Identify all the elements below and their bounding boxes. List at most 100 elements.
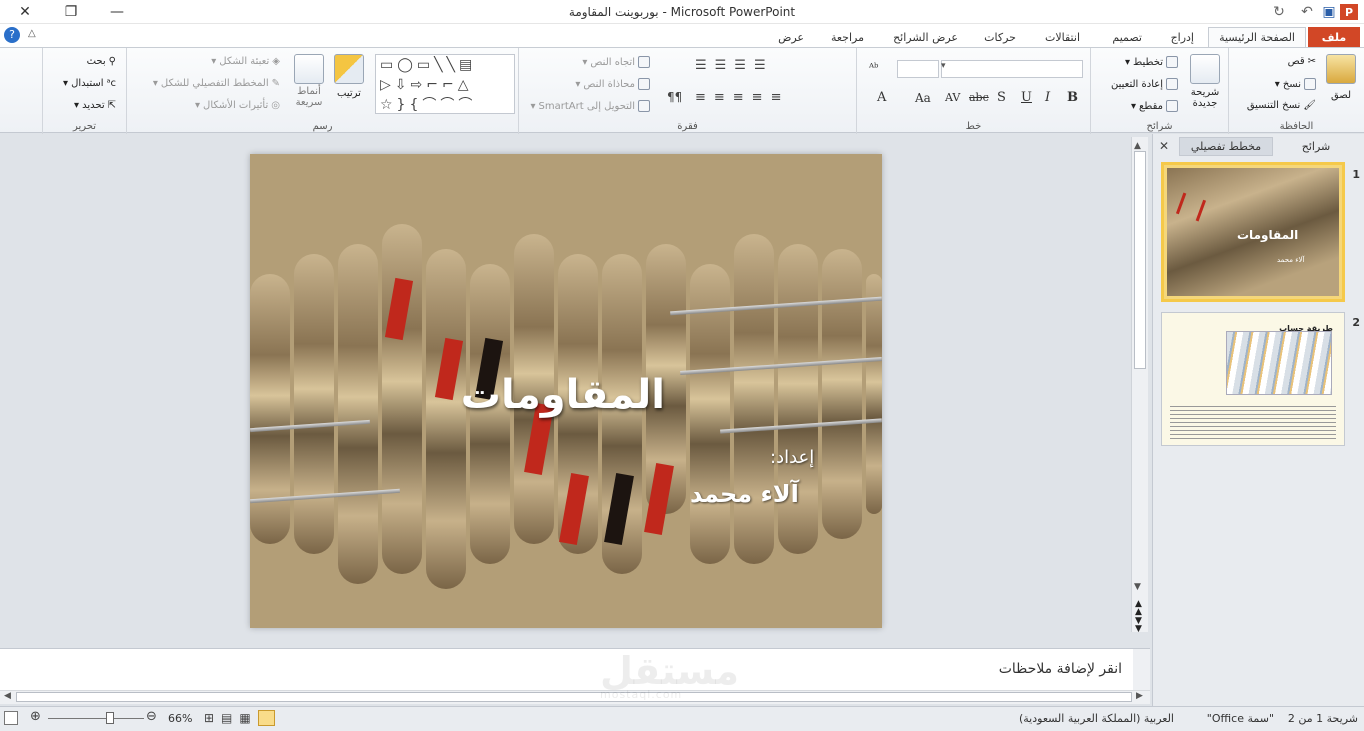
tab-view[interactable]: عرض: [768, 27, 814, 48]
redo-icon[interactable]: ↻: [1268, 3, 1290, 21]
reset-button[interactable]: إعادة التعيين: [1111, 78, 1178, 90]
scroll-left-icon[interactable]: ◀: [4, 691, 11, 701]
slide-author[interactable]: آلاء محمد: [690, 480, 799, 508]
scroll-thumb[interactable]: [1134, 151, 1146, 369]
scroll-right-icon[interactable]: ▶: [1136, 691, 1143, 701]
group-label-drawing: رسم: [312, 121, 333, 132]
shape-fill-button[interactable]: ◈ تعبئة الشكل ▾: [211, 56, 280, 67]
section-button[interactable]: مقطع ▾: [1131, 100, 1178, 112]
next-slide-icon[interactable]: ▼ ▼: [1135, 617, 1142, 634]
reset-icon: [1166, 78, 1178, 90]
cut-button[interactable]: ✂ قص: [1288, 56, 1316, 67]
underline-button[interactable]: U: [1021, 90, 1032, 105]
tab-transitions[interactable]: انتقالات: [1035, 27, 1090, 48]
slide-thumbnail-2[interactable]: طريقة حساب المقاومة بالألوان: [1161, 312, 1345, 446]
help-icon[interactable]: ?: [4, 27, 20, 43]
shape-outline-button[interactable]: ✎ المخطط التفصيلي للشكل ▾: [153, 78, 280, 89]
paste-label: لصق: [1330, 90, 1352, 101]
italic-button[interactable]: I: [1045, 90, 1050, 105]
group-paragraph: اتجاه النص ▾ محاذاة النص ▾ التحويل إلى S…: [518, 48, 856, 134]
scroll-down-icon[interactable]: ▼: [1134, 582, 1141, 592]
notes-scrollbar[interactable]: [1133, 649, 1150, 691]
text-direction-button[interactable]: اتجاه النص ▾: [582, 56, 650, 68]
zoom-in-icon[interactable]: ⊕: [30, 709, 41, 724]
slide-canvas[interactable]: المقاومات إعداد: آلاء محمد: [250, 154, 882, 628]
view-buttons[interactable]: ⊞▤▦: [204, 711, 258, 725]
status-language[interactable]: العربية (المملكة العربية السعودية): [1019, 712, 1174, 725]
vertical-scrollbar[interactable]: ▲ ▼ ▲ ▲ ▼ ▼: [1131, 137, 1148, 634]
text-direction-icon: [638, 56, 650, 68]
shadow-button[interactable]: S: [997, 90, 1006, 105]
format-painter-button[interactable]: 🖌 نسخ التنسيق: [1247, 100, 1316, 111]
thumb-author: آلاء محمد: [1277, 256, 1305, 264]
group-clipboard: لصق ✂ قص نسخ ▾ 🖌 نسخ التنسيق الحافظة: [1228, 48, 1364, 134]
horizontal-scrollbar[interactable]: ◀ ▶: [0, 690, 1150, 704]
zoom-slider-thumb[interactable]: [106, 712, 114, 724]
char-spacing-button[interactable]: AV: [945, 91, 960, 104]
tab-slides-panel[interactable]: شرائح: [1273, 137, 1359, 156]
copy-label: نسخ: [1282, 78, 1301, 90]
strikethrough-button[interactable]: abc: [969, 91, 989, 104]
cut-label: قص: [1287, 56, 1305, 67]
shapes-gallery[interactable]: ▭◯▭╲╲▤ ▷⇩⇨⌐⌐△ ☆}{⌒⌒⌒: [375, 54, 515, 114]
normal-view-button[interactable]: [258, 710, 275, 726]
tab-outline-panel[interactable]: مخطط تفصيلي: [1179, 137, 1273, 156]
zoom-level[interactable]: 66%: [168, 712, 192, 725]
slide-prepared-by[interactable]: إعداد:: [770, 447, 814, 468]
binoculars-icon: ⚲: [108, 56, 116, 67]
tab-insert[interactable]: إدراج: [1161, 27, 1204, 48]
thumb-number: 2: [1352, 316, 1360, 329]
fit-window-icon[interactable]: [4, 711, 18, 725]
clear-format-icon[interactable]: ᴬᵇ: [869, 61, 878, 74]
align-buttons[interactable]: ≡≡≡≡≡: [695, 90, 845, 105]
slide-title[interactable]: المقاومات: [461, 372, 665, 418]
thumb2-image: [1226, 331, 1332, 395]
change-case-button[interactable]: Aa: [915, 91, 931, 105]
notes-pane[interactable]: انقر لإضافة ملاحظات مستقل: [0, 648, 1150, 693]
hscroll-thumb[interactable]: [16, 692, 1132, 702]
font-color-button[interactable]: A: [877, 90, 886, 105]
quick-styles-button[interactable]: أنماط سريعة: [289, 54, 329, 108]
smartart-label: التحويل إلى SmartArt: [538, 100, 635, 112]
tab-slideshow[interactable]: عرض الشرائح: [883, 27, 968, 48]
smartart-button[interactable]: التحويل إلى SmartArt ▾: [531, 100, 650, 112]
layout-label: تخطيط: [1133, 56, 1163, 68]
tab-home[interactable]: الصفحة الرئيسية: [1208, 27, 1306, 48]
align-text-button[interactable]: محاذاة النص ▾: [575, 78, 650, 90]
paste-button[interactable]: لصق: [1325, 54, 1357, 101]
bold-button[interactable]: B: [1067, 90, 1078, 105]
tab-animations[interactable]: حركات: [974, 27, 1026, 48]
close-panel-icon[interactable]: ✕: [1159, 139, 1169, 153]
tab-review[interactable]: مراجعة: [821, 27, 874, 48]
new-slide-button[interactable]: شريحة جديدة: [1185, 54, 1225, 109]
collapse-ribbon-icon[interactable]: △: [28, 28, 36, 39]
shape-effects-button[interactable]: ◎ تأثيرات الأشكال ▾: [195, 100, 280, 111]
find-button[interactable]: ⚲ بحث: [87, 56, 116, 67]
prev-slide-icon[interactable]: ▲ ▲: [1135, 600, 1142, 617]
font-name-dropdown[interactable]: [941, 60, 1083, 78]
undo-icon[interactable]: ↶: [1296, 3, 1318, 21]
list-buttons[interactable]: ☰☰☰☰: [695, 58, 845, 73]
group-editing: ⚲ بحث ᵃc استبدال ▾ ⇱ تحديد ▾ تحرير: [42, 48, 126, 134]
zoom-out-icon[interactable]: ⊖: [146, 709, 157, 724]
scroll-up-icon[interactable]: ▲: [1134, 141, 1141, 151]
replace-button[interactable]: ᵃc استبدال ▾: [63, 78, 116, 89]
save-icon[interactable]: ▣: [1318, 3, 1340, 21]
tab-file[interactable]: ملف: [1308, 27, 1360, 48]
picture-strip: [250, 274, 290, 544]
rtl-ltr-buttons[interactable]: ¶¶: [667, 90, 682, 104]
slide-thumbnail-1[interactable]: المقاومات آلاء محمد: [1161, 162, 1345, 302]
select-button[interactable]: ⇱ تحديد ▾: [74, 100, 116, 111]
arrange-button[interactable]: ترتيب: [331, 54, 367, 99]
font-size-dropdown[interactable]: [897, 60, 939, 78]
tab-design[interactable]: تصميم: [1102, 27, 1152, 48]
zoom-slider[interactable]: [48, 718, 144, 719]
watermark-url: mostaql.com: [600, 688, 683, 701]
window-title: بوربوينت المقاومة - Microsoft PowerPoint: [568, 5, 796, 19]
copy-button[interactable]: نسخ ▾: [1275, 78, 1316, 90]
notes-placeholder[interactable]: انقر لإضافة ملاحظات: [999, 661, 1122, 677]
watermark-logo: مستقل: [600, 649, 739, 693]
align-text-label: محاذاة النص: [583, 78, 635, 90]
layout-button[interactable]: تخطيط ▾: [1125, 56, 1178, 68]
reset-label: إعادة التعيين: [1111, 78, 1163, 90]
